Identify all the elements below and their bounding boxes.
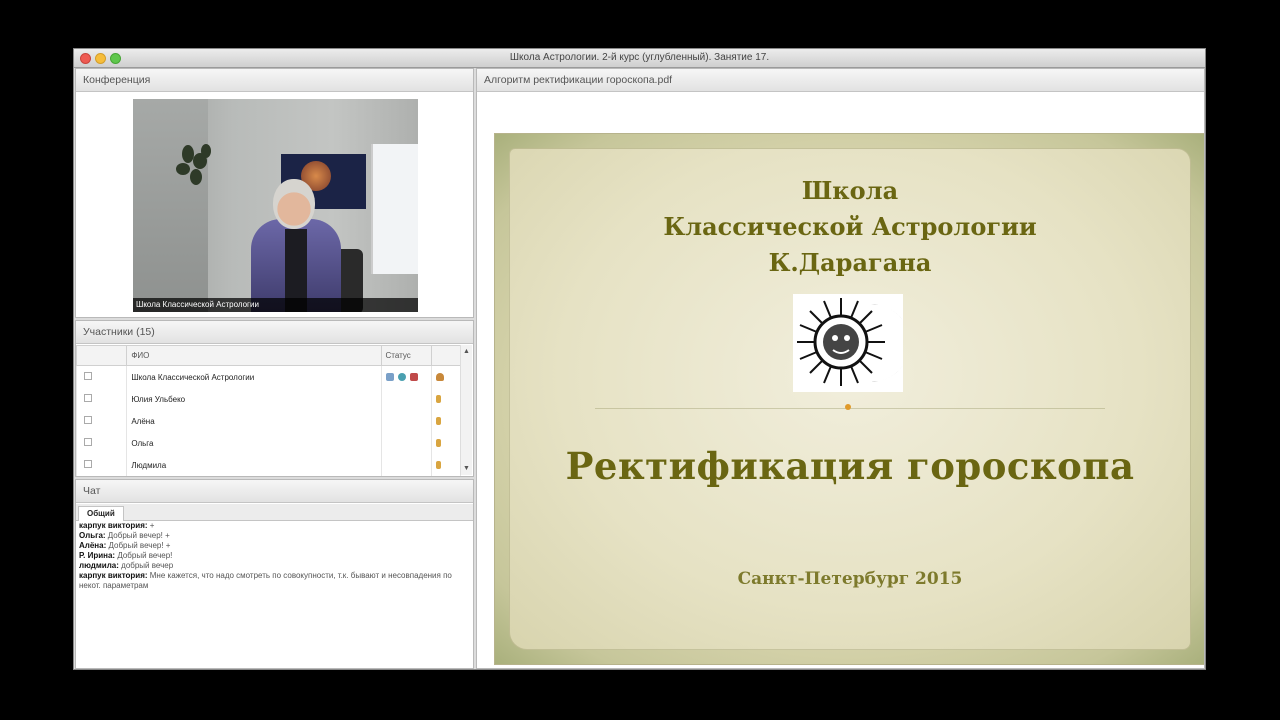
pdf-document-area[interactable]: Школа Классической Астрологии К.Дарагана (477, 92, 1204, 668)
row-checkbox[interactable] (84, 394, 92, 402)
chat-log: карпук виктория: + Ольга: Добрый вечер! … (79, 521, 467, 591)
participants-scrollbar[interactable]: ▲ ▼ (460, 345, 472, 475)
chat-message: Алёна: Добрый вечер! + (79, 541, 171, 550)
chat-tab-general[interactable]: Общий (78, 506, 124, 521)
presenter-icon (409, 373, 418, 382)
participant-row[interactable]: Школа Классической Астрологии (76, 365, 462, 388)
participant-name: Школа Классической Астрологии (126, 365, 382, 388)
conference-header: Конференция (76, 69, 473, 92)
chat-panel: Чат Общий карпук виктория: + Ольга: Добр… (75, 479, 474, 669)
user-icon (435, 417, 441, 426)
user-icon (435, 461, 441, 470)
chat-message: карпук виктория: Мне кажется, что надо с… (79, 571, 452, 590)
video-caption: Школа Классической Астрологии (133, 298, 418, 312)
row-checkbox[interactable] (84, 438, 92, 446)
pdf-header: Алгоритм ректификации гороскопа.pdf (477, 69, 1204, 92)
maximize-window-button[interactable] (110, 53, 121, 64)
user-icon (435, 439, 441, 448)
participants-header: Участники (15) (76, 321, 473, 344)
participant-name: Алёна (126, 410, 382, 432)
sun-moon-emblem-icon (793, 294, 903, 392)
plant-graphic (176, 144, 211, 185)
participant-row[interactable]: Людмила (76, 454, 462, 476)
app-window: Школа Астрологии. 2-й курс (углубленный)… (73, 48, 1206, 670)
accent-dot (845, 404, 851, 410)
participants-panel: Участники (15) ФИО Статус Школа Классиче… (75, 320, 474, 477)
participant-row[interactable]: Алёна (76, 410, 462, 432)
close-window-button[interactable] (80, 53, 91, 64)
participants-table: ФИО Статус Школа Классической Астрологии… (76, 345, 462, 476)
slide-title: Ректификация гороскопа (565, 444, 1135, 488)
chat-message: людмила: добрый вечер (79, 561, 174, 570)
window-titlebar: Школа Астрологии. 2-й курс (углубленный)… (74, 49, 1205, 68)
camera-icon (397, 373, 406, 382)
col-name[interactable]: ФИО (126, 345, 382, 366)
participant-row[interactable]: Юлия Ульбеко (76, 388, 462, 410)
chat-message: карпук виктория: + (79, 521, 155, 530)
video-feed[interactable]: Школа Классической Астрологии (133, 99, 418, 312)
participant-name: Ольга (126, 432, 382, 454)
chat-message: Ольга: Добрый вечер! + (79, 531, 170, 540)
slide-school-line: Школа (801, 176, 899, 205)
microphone-icon (385, 373, 394, 382)
chat-tabs: Общий (76, 504, 473, 521)
minimize-window-button[interactable] (95, 53, 106, 64)
scroll-down-icon[interactable]: ▼ (462, 464, 471, 473)
chat-message: Р. Ирина: Добрый вечер! (79, 551, 173, 560)
col-select (76, 345, 128, 366)
user-icon (435, 395, 441, 404)
pdf-viewer-panel: Алгоритм ректификации гороскопа.pdf Школ… (476, 68, 1205, 669)
row-checkbox[interactable] (84, 460, 92, 468)
window-title: Школа Астрологии. 2-й курс (углубленный)… (509, 52, 770, 63)
scroll-up-icon[interactable]: ▲ (462, 347, 471, 356)
pdf-slide: Школа Классической Астрологии К.Дарагана (495, 134, 1204, 664)
slide-author: К.Дарагана (768, 248, 932, 277)
chat-header: Чат (76, 480, 473, 503)
user-icon (435, 373, 444, 382)
row-checkbox[interactable] (84, 416, 92, 424)
participant-name: Юлия Ульбеко (126, 388, 382, 410)
participant-row[interactable]: Ольга (76, 432, 462, 454)
conference-panel: Конференция Школа Классической Астрологи… (75, 68, 474, 318)
participant-name: Людмила (126, 454, 382, 476)
row-checkbox[interactable] (84, 372, 92, 380)
slide-city-year: Санкт-Петербург 2015 (737, 569, 963, 589)
col-status[interactable]: Статус (380, 345, 432, 366)
slide-school-subtitle: Классической Астрологии (663, 212, 1037, 241)
